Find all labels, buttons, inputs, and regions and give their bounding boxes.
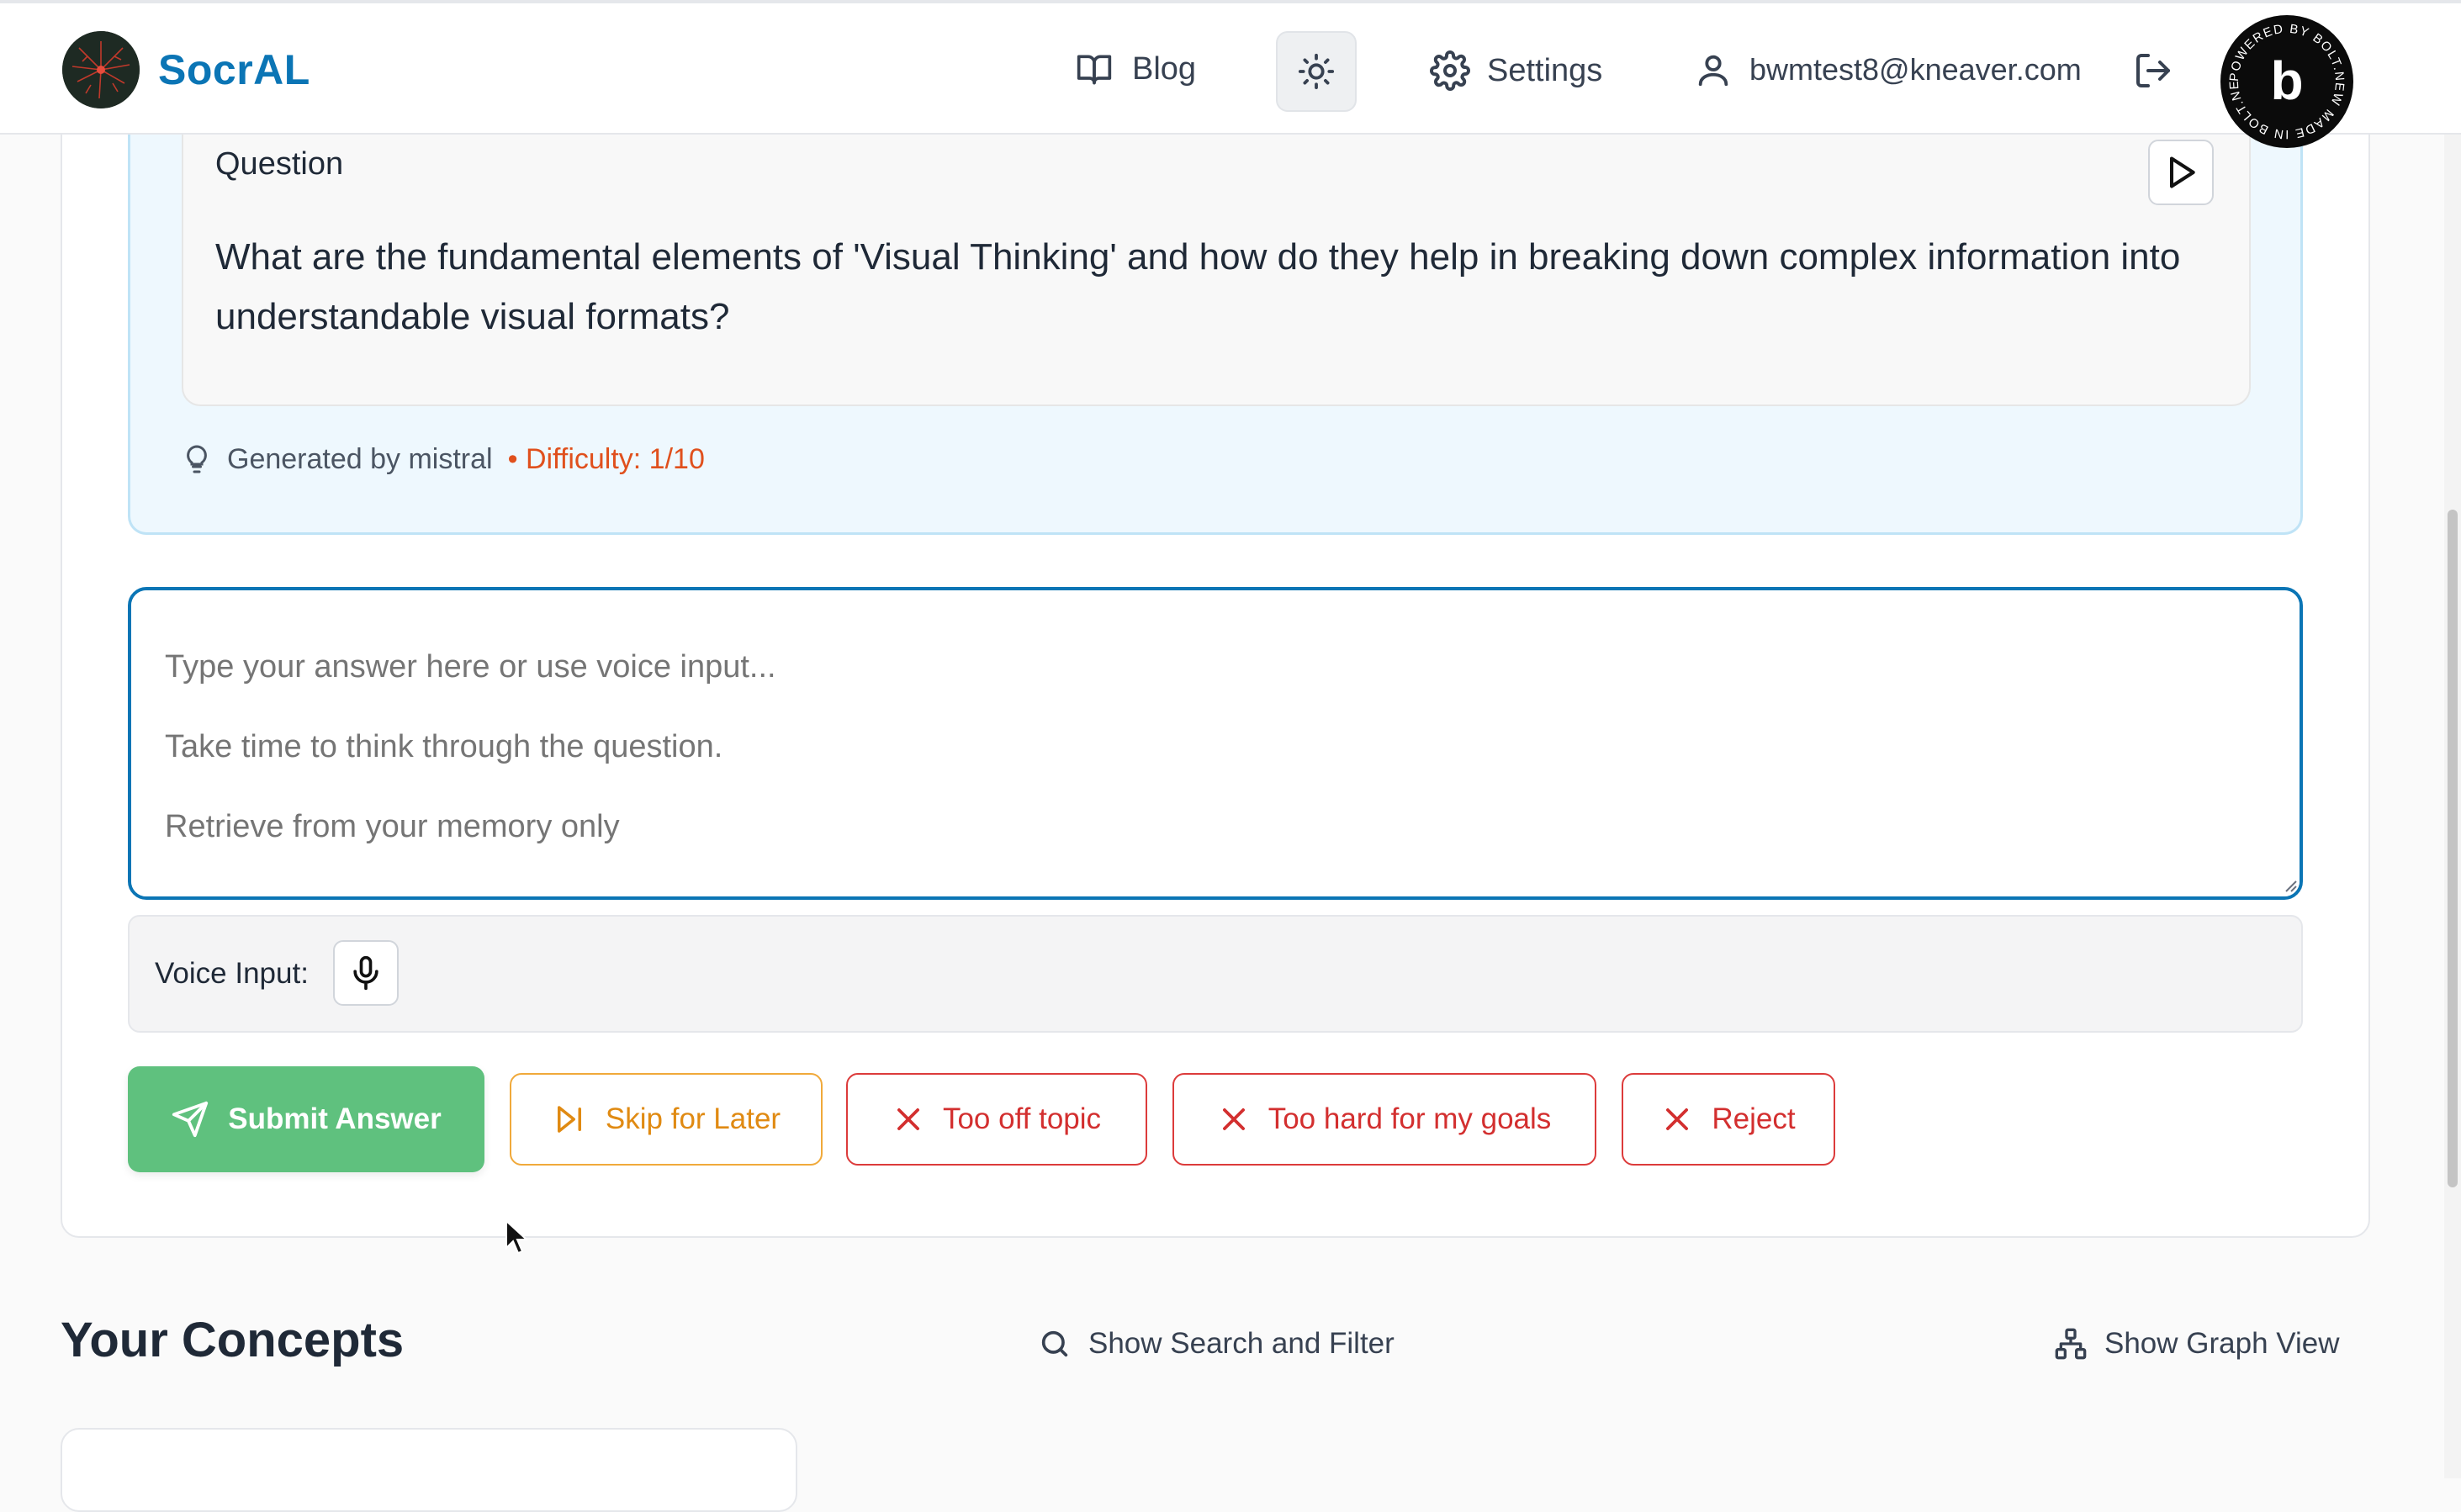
concepts-heading: Your Concepts — [61, 1313, 405, 1367]
too-off-topic-label: Too off topic — [942, 1102, 1102, 1135]
play-icon — [2162, 154, 2199, 191]
show-search-filter-button[interactable]: Show Search and Filter — [1038, 1327, 1395, 1361]
question-text: What are the fundamental elements of 'Vi… — [215, 236, 2181, 337]
concept-card[interactable] — [61, 1428, 797, 1512]
generated-by-label: Generated by mistral — [227, 442, 493, 475]
too-hard-button[interactable]: Too hard for my goals — [1172, 1073, 1596, 1166]
reject-label: Reject — [1712, 1102, 1796, 1135]
top-navbar: SocrAL Blog Settings bwmtest8@kneaver.co… — [0, 0, 2461, 135]
too-off-topic-button[interactable]: Too off topic — [846, 1073, 1147, 1166]
graph-icon — [2054, 1327, 2088, 1361]
submit-answer-label: Submit Answer — [228, 1102, 442, 1135]
skip-for-later-button[interactable]: Skip for Later — [510, 1073, 823, 1166]
microphone-button[interactable] — [333, 940, 399, 1006]
answer-textarea[interactable] — [128, 587, 2303, 900]
nav-blog-link[interactable]: Blog — [1073, 50, 1196, 87]
submit-answer-button[interactable]: Submit Answer — [128, 1066, 484, 1172]
theme-toggle-button[interactable] — [1276, 31, 1357, 112]
difficulty-label: • Difficulty: 1/10 — [507, 442, 705, 475]
app-logo[interactable] — [62, 31, 140, 108]
svg-text:b: b — [2270, 50, 2303, 111]
question-meta: Generated by mistral • Difficulty: 1/10 — [182, 442, 705, 476]
user-account[interactable]: bwmtest8@kneaver.com — [1694, 50, 2082, 89]
voice-input-label: Voice Input: — [155, 957, 309, 990]
skip-for-later-label: Skip for Later — [605, 1102, 781, 1135]
x-icon — [1661, 1103, 1693, 1135]
mouse-cursor-icon — [505, 1219, 530, 1256]
nav-blog-label: Blog — [1132, 50, 1197, 87]
user-icon — [1694, 50, 1733, 89]
nav-settings-label: Settings — [1487, 52, 1603, 88]
bolt-badge[interactable]: POWERED BY BOLT.NEW MADE IN BOLT.NEW b — [2220, 15, 2353, 148]
question-label: Question — [215, 146, 344, 182]
sun-icon — [1297, 52, 1336, 91]
brand-name[interactable]: SocrAL — [158, 45, 310, 94]
gear-icon — [1430, 50, 1470, 91]
nav-settings-link[interactable]: Settings — [1430, 50, 1602, 91]
play-question-button[interactable] — [2148, 140, 2214, 205]
microphone-icon — [347, 953, 384, 993]
user-email: bwmtest8@kneaver.com — [1749, 52, 2082, 87]
show-graph-view-button[interactable]: Show Graph View — [2054, 1327, 2340, 1361]
skip-forward-icon — [552, 1102, 587, 1137]
logout-icon — [2133, 50, 2173, 91]
book-icon — [1073, 50, 1115, 87]
reject-button[interactable]: Reject — [1622, 1073, 1835, 1166]
logout-button[interactable] — [2133, 50, 2173, 91]
scrollbar-thumb[interactable] — [2448, 510, 2458, 1187]
send-icon — [171, 1100, 209, 1139]
show-search-filter-label: Show Search and Filter — [1088, 1327, 1395, 1360]
show-graph-view-label: Show Graph View — [2104, 1327, 2340, 1360]
lightbulb-icon — [182, 442, 212, 476]
voice-input-panel — [128, 915, 2303, 1033]
too-hard-label: Too hard for my goals — [1268, 1102, 1552, 1135]
search-icon — [1038, 1327, 1072, 1361]
x-icon — [1218, 1103, 1250, 1135]
x-icon — [892, 1103, 924, 1135]
resize-grip-icon[interactable] — [2281, 876, 2298, 893]
